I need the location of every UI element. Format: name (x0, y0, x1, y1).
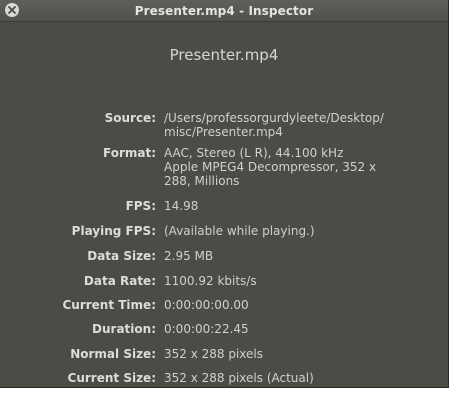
inspector-window: Presenter.mp4 - Inspector Presenter.mp4 … (0, 0, 449, 388)
format-value-line-1: AAC, Stereo (L R), 44.100 kHz (164, 146, 344, 160)
title-bar[interactable]: Presenter.mp4 - Inspector (0, 0, 448, 22)
format-label: Format: (102, 146, 156, 160)
normal-size-value: 352 x 288 pixels (164, 347, 264, 361)
data-size-label: Data Size: (87, 249, 156, 263)
data-rate-value: 1100.92 kbits/s (164, 274, 257, 288)
file-name-heading: Presenter.mp4 (169, 46, 279, 64)
fps-label: FPS: (125, 199, 156, 213)
format-value-line-3: 288, Millions (164, 174, 240, 188)
fps-value: 14.98 (164, 199, 199, 213)
window-title: Presenter.mp4 - Inspector (134, 4, 314, 18)
source-value-line-2: misc/Presenter.mp4 (164, 125, 283, 139)
duration-value: 0:00:00:22.45 (164, 322, 249, 336)
current-size-value: 352 x 288 pixels (Actual) (164, 371, 314, 385)
data-size-value: 2.95 MB (164, 249, 214, 263)
source-label: Source: (104, 111, 156, 125)
current-time-label: Current Time: (62, 298, 156, 312)
current-time-value: 0:00:00:00.00 (164, 298, 249, 312)
source-value-line-1: /Users/professorgurdyleete/Desktop/ (164, 111, 384, 125)
current-size-label: Current Size: (67, 371, 156, 385)
normal-size-label: Normal Size: (70, 347, 156, 361)
format-value: AAC, Stereo (L R), 44.100 kHz Apple MPEG… (164, 146, 444, 188)
playing-fps-value: (Available while playing.) (164, 224, 315, 238)
source-value: /Users/professorgurdyleete/Desktop/ misc… (164, 111, 444, 139)
duration-label: Duration: (92, 322, 156, 336)
data-rate-label: Data Rate: (83, 274, 156, 288)
playing-fps-label: Playing FPS: (71, 224, 156, 238)
format-value-line-2: Apple MPEG4 Decompressor, 352 x (164, 160, 377, 174)
